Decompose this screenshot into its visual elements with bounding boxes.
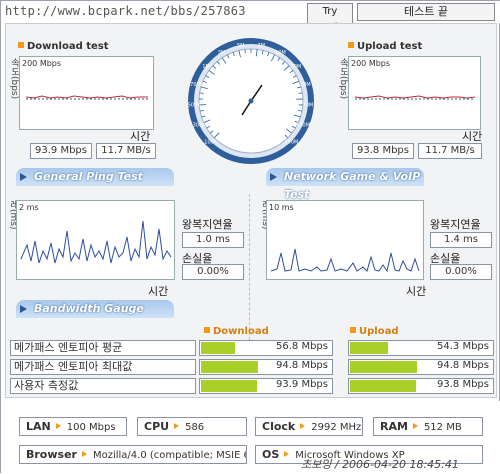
gauge-tick-label: 300K [193,122,207,128]
bw-row-label: 메가패스 엔토피아 평균 [10,340,196,356]
arrow-icon [174,423,179,429]
ping-x-label: 시간 [148,283,168,299]
bw-upload-value: 54.3 Mbps [423,340,495,356]
bw-upload-bar: 94.8 Mbps [348,359,494,375]
download-line [20,57,153,129]
gauge-tick-label: 3M [218,50,226,56]
gauge-tick-label: 1M [202,64,210,70]
game-rtt-label: 왕복지연율 [430,216,481,232]
gauge-tick-label: 100K [204,139,218,145]
ping-graph: 2 ms [16,200,175,280]
bw-upload-header: Upload [350,326,398,337]
lan-info: LAN100 Mbps [19,417,127,436]
divider [249,194,250,340]
bw-download-value: 56.8 Mbps [268,340,334,356]
ping-rtt: 1.0 ms [182,232,244,248]
speed-gauge: 100K 300K 500K 700K 1M 3M 5M 7M 10M 30M 50M 70M 100M… [187,37,315,165]
game-rtt: 1.4 ms [430,232,492,248]
tab-bandwidth-gauge[interactable]: Bandwidth Gauge [16,300,174,318]
arrow-icon [20,173,27,181]
arrow-icon [300,423,305,429]
ping-rtt-label: 왕복지연율 [182,216,233,232]
bw-download-fill [201,361,258,373]
bw-upload-value: 94.8 Mbps [423,359,495,375]
bullet-icon [18,42,24,48]
browser-info: BrowserMozilla/4.0 (compatible; MSIE 6.0 [19,445,247,464]
bw-upload-fill [350,361,417,373]
clock-info: Clock2992 MHz [255,417,363,436]
gauge-tick-label: 700K [190,82,204,88]
speedtest-window: http://www.bcpark.net/bbs/257863 Try aga… [0,0,500,473]
ram-info: RAM512 MB [373,417,483,436]
download-graph: 200 Mbps [19,56,154,130]
arrow-icon [56,423,61,429]
bw-upload-bar: 93.8 Mbps [348,378,494,394]
bw-download-value: 93.9 Mbps [268,378,334,394]
bw-upload-value: 93.8 Mbps [423,378,495,394]
bw-download-bar: 56.8 Mbps [199,340,333,356]
tab-network-game[interactable]: Network Game & VoIP Test [266,168,424,186]
upload-mbps: 93.8 Mbps [352,143,414,159]
gauge-tick-label: 5M [237,43,245,49]
gauge-tick-label: 500K [188,102,202,108]
bw-upload-bar: 54.3 Mbps [348,340,494,356]
download-test-title: Download test [18,41,109,52]
tab-general-ping[interactable]: General Ping Test [16,168,174,186]
gauge-tick-label: 30M [291,64,302,70]
bw-download-fill [201,342,235,354]
bw-download-bar: 94.8 Mbps [199,359,333,375]
bw-download-fill [201,380,257,392]
game-line [267,201,423,279]
arrow-icon [284,451,289,457]
upload-mbs: 11.7 MB/s [418,143,482,159]
top-bar: http://www.bcpark.net/bbs/257863 Try aga… [1,1,500,23]
bw-row-label: 사용자 측정값 [10,378,196,394]
gauge-tick-label: 100M [296,122,310,128]
bw-download-value: 94.8 Mbps [268,359,334,375]
watermark-url: http://www.bcpark.net/bbs/257863 [5,4,246,18]
gauge-tick-label: 70M [303,102,314,108]
main-panel: Download test 속도(bps) 200 Mbps 시간 93.9 M… [5,23,497,398]
game-graph: 10 ms [266,200,424,280]
bullet-icon [204,327,210,333]
upload-x-label: 시간 [462,128,482,144]
bw-upload-fill [350,342,388,354]
gauge-tick-label: 50M [300,82,311,88]
bw-upload-fill [350,380,416,392]
gauge-tick-label: 10M [275,50,286,56]
game-loss: 0.00% [430,264,492,280]
bullet-icon [348,42,354,48]
bullet-icon [350,327,356,333]
upload-line [349,57,480,129]
signature-watermark: 초보잉 / 2006-04-20 18:45:41 [301,456,459,472]
arrow-icon [82,451,87,457]
download-mbs: 11.7 MB/s [96,143,156,159]
arrow-icon [20,305,27,313]
download-x-label: 시간 [130,128,150,144]
game-x-label: 시간 [406,283,426,299]
ping-loss: 0.00% [182,264,244,280]
gauge-tick-label: 200M [284,139,298,145]
bw-row-label: 메가패스 엔토피아 최대값 [10,359,196,375]
download-mbps: 93.9 Mbps [30,143,92,159]
bw-download-header: Download [204,326,269,337]
arrow-icon [413,423,418,429]
upload-test-title: Upload test [348,41,422,52]
arrow-icon [270,173,277,181]
ping-line [17,201,174,279]
gauge-tick-label: 7M [258,43,266,49]
cpu-info: CPU586 [137,417,247,436]
bw-download-bar: 93.9 Mbps [199,378,333,394]
upload-graph: 200 Mbps [348,56,481,130]
end-test-button[interactable]: 테스트 끝 [357,3,495,21]
